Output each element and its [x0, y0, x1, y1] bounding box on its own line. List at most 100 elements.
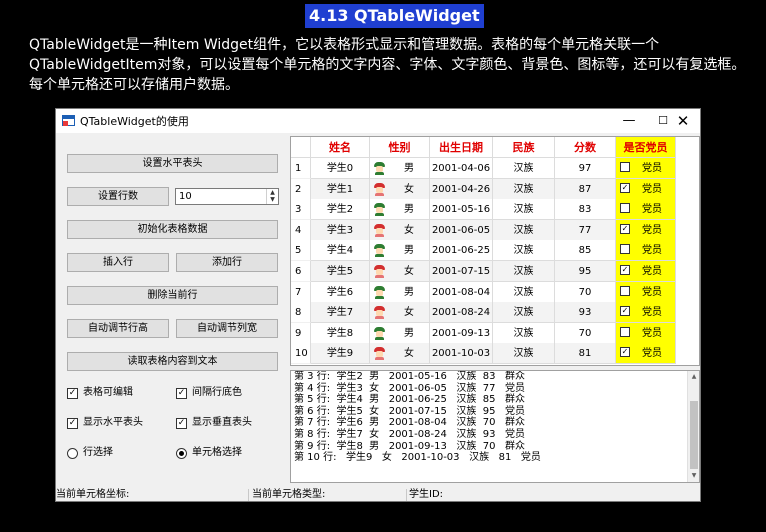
- spin-arrows-icon[interactable]: ▲ ▼: [266, 189, 278, 204]
- score-cell[interactable]: 85: [555, 240, 616, 262]
- row-header[interactable]: 3: [291, 199, 311, 221]
- unchecked-checkbox-icon[interactable]: [620, 203, 630, 214]
- minimize-button[interactable]: —: [612, 109, 646, 133]
- birth-cell[interactable]: 2001-10-03: [430, 343, 493, 365]
- table-row[interactable]: 学生2 男 2001-05-16 汉族 83 党员: [311, 199, 695, 221]
- name-cell[interactable]: 学生5: [311, 261, 370, 282]
- birth-cell[interactable]: 2001-05-16: [430, 199, 493, 221]
- column-header[interactable]: 性别: [370, 137, 430, 158]
- set-header-button[interactable]: 设置水平表头: [67, 154, 278, 173]
- score-cell[interactable]: 77: [555, 219, 616, 241]
- table-row[interactable]: 学生4 男 2001-06-25 汉族 85 党员: [311, 240, 695, 262]
- add-row-button[interactable]: 添加行: [176, 253, 278, 272]
- output-textarea[interactable]: 第 3 行: 学生2 男 2001-05-16 汉族 83 群众第 4 行: 学…: [290, 370, 700, 483]
- set-rows-button[interactable]: 设置行数: [67, 187, 169, 206]
- party-cell[interactable]: ✓ 党员: [616, 343, 676, 365]
- column-header[interactable]: 姓名: [311, 137, 370, 158]
- table-row[interactable]: 学生8 男 2001-09-13 汉族 70 党员: [311, 322, 695, 344]
- gender-cell[interactable]: 男: [370, 281, 430, 303]
- table-row[interactable]: 学生0 男 2001-04-06 汉族 97 党员: [311, 158, 695, 179]
- birth-cell[interactable]: 2001-06-25: [430, 240, 493, 262]
- name-cell[interactable]: 学生2: [311, 199, 370, 221]
- nation-cell[interactable]: 汉族: [493, 322, 555, 344]
- name-cell[interactable]: 学生6: [311, 281, 370, 303]
- nation-cell[interactable]: 汉族: [493, 199, 555, 221]
- nation-cell[interactable]: 汉族: [493, 158, 555, 179]
- show-h-header-checkbox[interactable]: ✓ 显示水平表头: [67, 416, 143, 430]
- unchecked-checkbox-icon[interactable]: [620, 162, 630, 172]
- scroll-up-icon[interactable]: ▲: [688, 371, 699, 383]
- party-cell[interactable]: ✓ 党员: [616, 302, 676, 324]
- insert-row-button[interactable]: 插入行: [67, 253, 169, 272]
- birth-cell[interactable]: 2001-06-05: [430, 219, 493, 241]
- name-cell[interactable]: 学生8: [311, 322, 370, 344]
- gender-cell[interactable]: 女: [370, 343, 430, 365]
- birth-cell[interactable]: 2001-08-04: [430, 281, 493, 303]
- init-data-button[interactable]: 初始化表格数据: [67, 220, 278, 239]
- table-row[interactable]: 学生9 女 2001-10-03 汉族 81 ✓ 党员: [311, 343, 695, 365]
- gender-cell[interactable]: 男: [370, 240, 430, 262]
- checked-checkbox-icon[interactable]: ✓: [620, 182, 630, 193]
- column-header[interactable]: 是否党员: [616, 137, 676, 158]
- party-cell[interactable]: 党员: [616, 240, 676, 262]
- birth-cell[interactable]: 2001-09-13: [430, 322, 493, 344]
- unchecked-checkbox-icon[interactable]: [620, 244, 630, 255]
- name-cell[interactable]: 学生1: [311, 178, 370, 200]
- name-cell[interactable]: 学生9: [311, 343, 370, 365]
- name-cell[interactable]: 学生3: [311, 219, 370, 241]
- auto-col-width-button[interactable]: 自动调节列宽: [176, 319, 278, 338]
- gender-cell[interactable]: 女: [370, 261, 430, 282]
- student-table[interactable]: 姓名 性别 出生日期 民族 分数 是否党员 1 学生0 男 2001-04-06 汉族 97 党员 2 学生…: [290, 136, 700, 366]
- score-cell[interactable]: 83: [555, 199, 616, 221]
- table-row[interactable]: 学生3 女 2001-06-05 汉族 77 ✓ 党员: [311, 219, 695, 241]
- name-cell[interactable]: 学生4: [311, 240, 370, 262]
- birth-cell[interactable]: 2001-07-15: [430, 261, 493, 282]
- table-row[interactable]: 学生1 女 2001-04-26 汉族 87 ✓ 党员: [311, 178, 695, 200]
- rows-spinbox[interactable]: 10 ▲ ▼: [175, 188, 279, 205]
- close-button[interactable]: ✕: [666, 109, 700, 133]
- party-cell[interactable]: 党员: [616, 199, 676, 221]
- auto-row-height-button[interactable]: 自动调节行高: [67, 319, 169, 338]
- nation-cell[interactable]: 汉族: [493, 178, 555, 200]
- party-cell[interactable]: 党员: [616, 158, 676, 179]
- name-cell[interactable]: 学生7: [311, 302, 370, 324]
- row-select-radio[interactable]: 行选择: [67, 446, 113, 460]
- row-header[interactable]: 4: [291, 219, 311, 241]
- cell-select-radio[interactable]: 单元格选择: [176, 446, 242, 460]
- gender-cell[interactable]: 男: [370, 158, 430, 179]
- gender-cell[interactable]: 女: [370, 219, 430, 241]
- row-header[interactable]: 2: [291, 178, 311, 200]
- birth-cell[interactable]: 2001-04-26: [430, 178, 493, 200]
- read-to-text-button[interactable]: 读取表格内容到文本: [67, 352, 278, 371]
- unchecked-checkbox-icon[interactable]: [620, 285, 630, 296]
- table-row[interactable]: 学生5 女 2001-07-15 汉族 95 ✓ 党员: [311, 261, 695, 282]
- scroll-down-icon[interactable]: ▼: [688, 470, 699, 482]
- row-header[interactable]: 7: [291, 281, 311, 303]
- score-cell[interactable]: 81: [555, 343, 616, 365]
- score-cell[interactable]: 97: [555, 158, 616, 179]
- row-header[interactable]: 1: [291, 158, 311, 179]
- score-cell[interactable]: 87: [555, 178, 616, 200]
- checked-checkbox-icon[interactable]: ✓: [620, 347, 630, 358]
- unchecked-checkbox-icon[interactable]: [620, 326, 630, 337]
- editable-checkbox[interactable]: ✓ 表格可编辑: [67, 386, 133, 400]
- score-cell[interactable]: 70: [555, 281, 616, 303]
- row-header[interactable]: 9: [291, 322, 311, 344]
- row-header[interactable]: 8: [291, 302, 311, 324]
- table-row[interactable]: 学生6 男 2001-08-04 汉族 70 党员: [311, 281, 695, 303]
- row-header[interactable]: 6: [291, 261, 311, 282]
- gender-cell[interactable]: 女: [370, 178, 430, 200]
- name-cell[interactable]: 学生0: [311, 158, 370, 179]
- row-header[interactable]: 10: [291, 343, 311, 365]
- column-header[interactable]: 民族: [493, 137, 555, 158]
- checked-checkbox-icon[interactable]: ✓: [620, 306, 630, 317]
- delete-row-button[interactable]: 删除当前行: [67, 286, 278, 305]
- table-corner[interactable]: [291, 137, 311, 158]
- checked-checkbox-icon[interactable]: ✓: [620, 223, 630, 234]
- party-cell[interactable]: ✓ 党员: [616, 261, 676, 282]
- vertical-scrollbar[interactable]: ▲ ▼: [687, 371, 699, 482]
- party-cell[interactable]: ✓ 党员: [616, 178, 676, 200]
- party-cell[interactable]: ✓ 党员: [616, 219, 676, 241]
- party-cell[interactable]: 党员: [616, 322, 676, 344]
- nation-cell[interactable]: 汉族: [493, 219, 555, 241]
